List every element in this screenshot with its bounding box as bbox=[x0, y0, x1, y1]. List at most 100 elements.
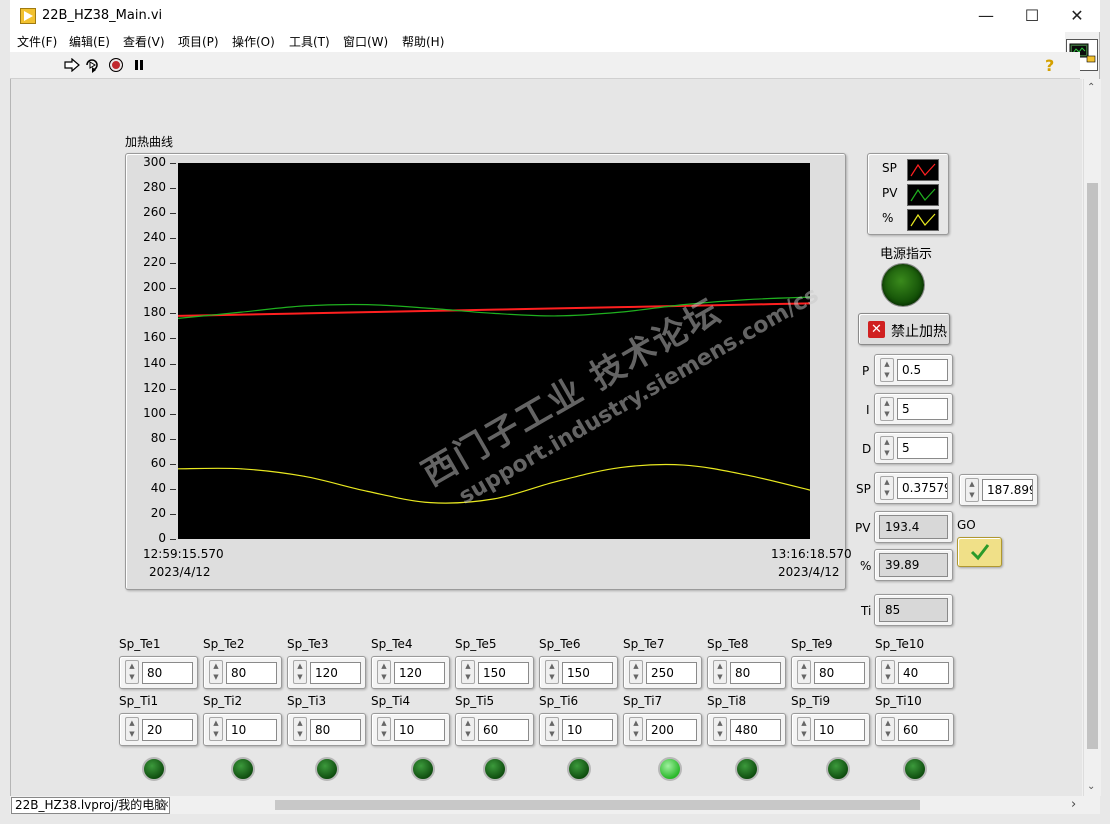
scroll-up-icon[interactable]: ⌃ bbox=[1087, 82, 1095, 93]
sp-ti4-spinner[interactable]: ▲ ▼ bbox=[377, 717, 391, 741]
decrement-arrow-icon[interactable]: ▼ bbox=[714, 729, 726, 740]
menu-tools[interactable]: 工具(T) bbox=[289, 32, 330, 52]
sp-ti6-input[interactable]: 10 bbox=[562, 719, 613, 741]
decrement-arrow-icon[interactable]: ▼ bbox=[462, 672, 474, 683]
decrement-arrow-icon[interactable]: ▼ bbox=[798, 729, 810, 740]
sp-ti2-spinner[interactable]: ▲ ▼ bbox=[209, 717, 223, 741]
sp-input[interactable]: 0.37579 bbox=[897, 477, 948, 499]
sp-te10-input[interactable]: 40 bbox=[898, 662, 949, 684]
d-spinner[interactable]: ▲ ▼ bbox=[880, 436, 894, 460]
abort-icon[interactable] bbox=[109, 58, 123, 72]
sp-te7-input[interactable]: 250 bbox=[646, 662, 697, 684]
i-input[interactable]: 5 bbox=[897, 398, 948, 420]
sp-te6-input[interactable]: 150 bbox=[562, 662, 613, 684]
menu-operate[interactable]: 操作(O) bbox=[232, 32, 275, 52]
stop-heating-button[interactable]: ✕ 禁止加热 bbox=[858, 313, 950, 345]
sp-te9-spinner[interactable]: ▲ ▼ bbox=[797, 660, 811, 684]
sp-te5-input[interactable]: 150 bbox=[478, 662, 529, 684]
sp-ti10-spinner[interactable]: ▲ ▼ bbox=[881, 717, 895, 741]
run-arrow-icon[interactable] bbox=[64, 58, 80, 72]
sp-ti7-input[interactable]: 200 bbox=[646, 719, 697, 741]
menu-file[interactable]: 文件(F) bbox=[17, 32, 57, 52]
decrement-arrow-icon[interactable]: ▼ bbox=[882, 729, 894, 740]
sp-te4-spinner[interactable]: ▲ ▼ bbox=[377, 660, 391, 684]
sp-te8-spinner[interactable]: ▲ ▼ bbox=[713, 660, 727, 684]
decrement-arrow-icon[interactable]: ▼ bbox=[798, 672, 810, 683]
decrement-arrow-icon[interactable]: ▼ bbox=[126, 672, 138, 683]
decrement-arrow-icon[interactable]: ▼ bbox=[882, 672, 894, 683]
sp-ti7-spinner[interactable]: ▲ ▼ bbox=[629, 717, 643, 741]
sp-ti6-spinner[interactable]: ▲ ▼ bbox=[545, 717, 559, 741]
sp-ti4-input[interactable]: 10 bbox=[394, 719, 445, 741]
sp-ti9-spinner[interactable]: ▲ ▼ bbox=[797, 717, 811, 741]
increment-arrow-icon[interactable]: ▲ bbox=[546, 661, 558, 672]
sp-te3-input[interactable]: 120 bbox=[310, 662, 361, 684]
increment-arrow-icon[interactable]: ▲ bbox=[798, 718, 810, 729]
decrement-arrow-icon[interactable]: ▼ bbox=[210, 729, 222, 740]
menu-edit[interactable]: 编辑(E) bbox=[69, 32, 110, 52]
scroll-left-icon[interactable]: ‹ bbox=[164, 797, 169, 812]
menu-project[interactable]: 项目(P) bbox=[178, 32, 219, 52]
sp-ti1-spinner[interactable]: ▲ ▼ bbox=[125, 717, 139, 741]
sp-te2-input[interactable]: 80 bbox=[226, 662, 277, 684]
d-input[interactable]: 5 bbox=[897, 437, 948, 459]
sp-te4-input[interactable]: 120 bbox=[394, 662, 445, 684]
sp-te1-spinner[interactable]: ▲ ▼ bbox=[125, 660, 139, 684]
decrement-arrow-icon[interactable]: ▼ bbox=[294, 672, 306, 683]
vertical-scrollbar[interactable]: ⌃ ⌄ bbox=[1083, 79, 1101, 796]
increment-arrow-icon[interactable]: ▲ bbox=[714, 661, 726, 672]
sp-value-spinner[interactable]: ▲ ▼ bbox=[965, 478, 979, 502]
increment-arrow-icon[interactable]: ▲ bbox=[630, 661, 642, 672]
decrement-arrow-icon[interactable]: ▼ bbox=[546, 672, 558, 683]
increment-arrow-icon[interactable]: ▲ bbox=[882, 661, 894, 672]
menu-view[interactable]: 查看(V) bbox=[123, 32, 165, 52]
sp-te8-input[interactable]: 80 bbox=[730, 662, 781, 684]
close-icon[interactable]: ✕ bbox=[1055, 0, 1099, 32]
decrement-arrow-icon[interactable]: ▼ bbox=[546, 729, 558, 740]
menu-help[interactable]: 帮助(H) bbox=[402, 32, 444, 52]
sp-spinner[interactable]: ▲ ▼ bbox=[880, 476, 894, 500]
sp-te10-spinner[interactable]: ▲ ▼ bbox=[881, 660, 895, 684]
increment-arrow-icon[interactable]: ▲ bbox=[378, 661, 390, 672]
p-spinner[interactable]: ▲ ▼ bbox=[880, 358, 894, 382]
sp-ti1-input[interactable]: 20 bbox=[142, 719, 193, 741]
minimize-icon[interactable]: — bbox=[964, 0, 1008, 32]
increment-arrow-icon[interactable]: ▲ bbox=[294, 661, 306, 672]
decrement-arrow-icon[interactable]: ▼ bbox=[378, 729, 390, 740]
decrement-arrow-icon[interactable]: ▼ bbox=[630, 729, 642, 740]
scroll-down-icon[interactable]: ⌄ bbox=[1087, 781, 1095, 792]
increment-arrow-icon[interactable]: ▲ bbox=[210, 661, 222, 672]
sp-te9-input[interactable]: 80 bbox=[814, 662, 865, 684]
decrement-arrow-icon[interactable]: ▼ bbox=[462, 729, 474, 740]
run-continuously-icon[interactable] bbox=[84, 57, 101, 73]
increment-arrow-icon[interactable]: ▲ bbox=[210, 718, 222, 729]
sp-te5-spinner[interactable]: ▲ ▼ bbox=[461, 660, 475, 684]
decrement-arrow-icon[interactable]: ▼ bbox=[126, 729, 138, 740]
p-input[interactable]: 0.5 bbox=[897, 359, 948, 381]
decrement-arrow-icon[interactable]: ▼ bbox=[630, 672, 642, 683]
increment-arrow-icon[interactable]: ▲ bbox=[714, 718, 726, 729]
increment-arrow-icon[interactable]: ▲ bbox=[294, 718, 306, 729]
decrement-arrow-icon[interactable]: ▼ bbox=[378, 672, 390, 683]
sp-ti5-spinner[interactable]: ▲ ▼ bbox=[461, 717, 475, 741]
decrement-arrow-icon[interactable]: ▼ bbox=[210, 672, 222, 683]
go-button[interactable] bbox=[957, 537, 1002, 567]
sp-ti5-input[interactable]: 60 bbox=[478, 719, 529, 741]
increment-arrow-icon[interactable]: ▲ bbox=[126, 661, 138, 672]
horizontal-scrollbar[interactable] bbox=[176, 797, 1076, 812]
sp-ti9-input[interactable]: 10 bbox=[814, 719, 865, 741]
increment-arrow-icon[interactable]: ▲ bbox=[126, 718, 138, 729]
increment-arrow-icon[interactable]: ▲ bbox=[882, 718, 894, 729]
sp-te7-spinner[interactable]: ▲ ▼ bbox=[629, 660, 643, 684]
sp-ti8-input[interactable]: 480 bbox=[730, 719, 781, 741]
horizontal-scroll-thumb[interactable] bbox=[275, 800, 920, 810]
increment-arrow-icon[interactable]: ▲ bbox=[546, 718, 558, 729]
scroll-right-icon[interactable]: › bbox=[1071, 797, 1076, 812]
increment-arrow-icon[interactable]: ▲ bbox=[462, 661, 474, 672]
sp-te3-spinner[interactable]: ▲ ▼ bbox=[293, 660, 307, 684]
sp-ti10-input[interactable]: 60 bbox=[898, 719, 949, 741]
decrement-arrow-icon[interactable]: ▼ bbox=[294, 729, 306, 740]
i-spinner[interactable]: ▲ ▼ bbox=[880, 397, 894, 421]
title-bar[interactable]: 22B_HZ38_Main.vi — ☐ ✕ bbox=[10, 0, 1100, 32]
increment-arrow-icon[interactable]: ▲ bbox=[378, 718, 390, 729]
